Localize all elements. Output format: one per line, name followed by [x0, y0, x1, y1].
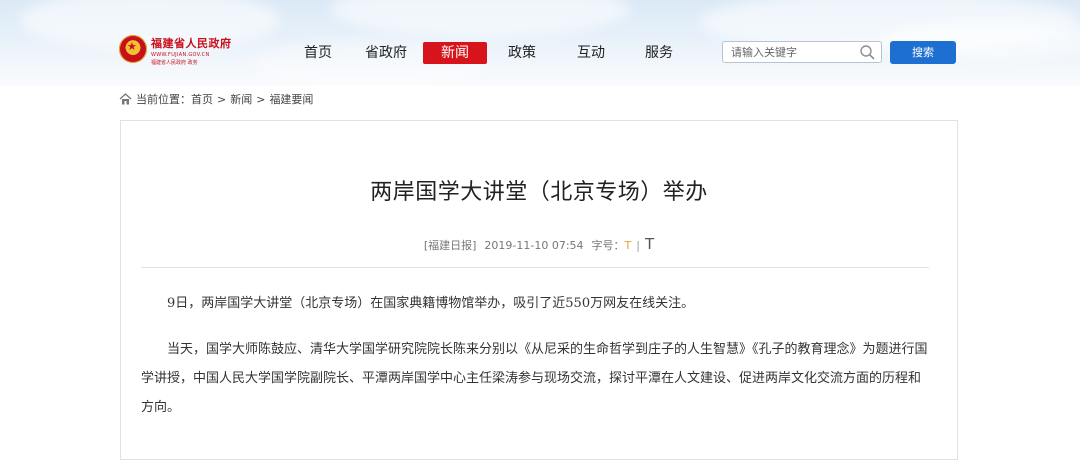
nav-policy[interactable]: 政策: [490, 42, 554, 64]
article-paragraph: 9日，两岸国学大讲堂（北京专场）在国家典籍博物馆举办，吸引了近550万网友在线关…: [167, 296, 695, 311]
font-size-small-button[interactable]: T: [625, 239, 632, 252]
nav-provincial-government[interactable]: 省政府: [354, 42, 418, 64]
breadcrumb-prefix: 当前位置：: [136, 93, 191, 106]
breadcrumb-home-link[interactable]: 首页: [191, 93, 213, 106]
logo-subtitle: 福建省人民政府 政务: [151, 60, 198, 66]
breadcrumb: 当前位置：首页 > 新闻 > 福建要闻: [119, 92, 313, 108]
breadcrumb-separator: >: [217, 93, 227, 106]
cloud-decoration: [330, 0, 630, 37]
article-meta: [福建日报] 2019-11-10 07:54 字号：T | T: [121, 235, 957, 253]
nav-news[interactable]: 新闻: [423, 42, 487, 64]
nav-interaction[interactable]: 互动: [559, 42, 623, 64]
article-datetime: 2019-11-10 07:54: [484, 239, 584, 252]
article-panel: 两岸国学大讲堂（北京专场）举办 [福建日报] 2019-11-10 07:54 字号…: [120, 120, 958, 460]
breadcrumb-news-link[interactable]: 新闻: [230, 93, 252, 106]
search-button[interactable]: 搜索: [890, 41, 956, 64]
font-size-divider: |: [636, 239, 640, 252]
logo-url: WWW.FUJIAN.GOV.CN: [151, 52, 210, 58]
home-icon: [119, 93, 132, 105]
logo-title: 福建省人民政府: [151, 37, 232, 50]
nav-services[interactable]: 服务: [627, 42, 691, 64]
search-box: [722, 41, 882, 63]
site-logo[interactable]: ★ 福建省人民政府 WWW.FUJIAN.GOV.CN 福建省人民政府 政务: [119, 35, 249, 69]
search-icon[interactable]: [859, 44, 875, 60]
font-size-label: 字号：: [591, 239, 625, 252]
font-size-large-button[interactable]: T: [645, 235, 654, 253]
national-emblem-icon: ★: [119, 35, 147, 63]
article-title: 两岸国学大讲堂（北京专场）举办: [370, 180, 708, 205]
nav-home[interactable]: 首页: [286, 42, 350, 64]
article-paragraph: 当天，国学大师陈鼓应、清华大学国学研究院院长陈来分别以《从尼采的生命哲学到庄子的…: [141, 342, 928, 415]
meta-divider: [141, 267, 929, 268]
breadcrumb-fujian-news-link[interactable]: 福建要闻: [269, 93, 313, 106]
article-source: [福建日报]: [423, 239, 477, 252]
breadcrumb-separator: >: [256, 93, 266, 106]
search-input[interactable]: [723, 42, 853, 62]
